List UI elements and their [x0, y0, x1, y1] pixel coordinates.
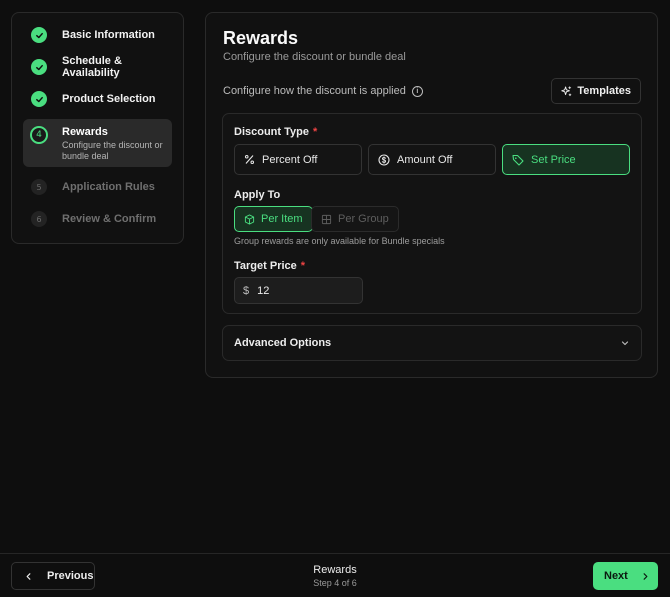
advanced-options-toggle[interactable]: Advanced Options [222, 325, 642, 361]
sparkles-icon [561, 85, 572, 96]
set-price-option[interactable]: Set Price [502, 144, 630, 175]
next-button[interactable]: Next [593, 562, 658, 590]
step-number: 6 [31, 211, 47, 227]
currency-symbol: $ [243, 284, 250, 297]
config-description: Configure how the discount is applied i [223, 85, 423, 97]
step-label: Basic Information [62, 29, 155, 41]
step-label: Product Selection [62, 93, 156, 105]
step-description: Configure the discount or bundle deal [62, 140, 163, 161]
percent-off-option[interactable]: Percent Off [234, 144, 362, 175]
step-label: Application Rules [62, 181, 155, 193]
check-icon [31, 91, 47, 107]
step-number: 5 [31, 179, 47, 195]
discount-type-text: Discount Type [234, 126, 309, 138]
option-label: Percent Off [262, 153, 318, 166]
target-price-text: Target Price [234, 260, 297, 272]
target-price-field: $ [234, 277, 363, 304]
step-number: 4 [30, 126, 48, 144]
option-label: Set Price [531, 153, 576, 166]
grid-icon [321, 214, 332, 224]
apply-to-label: Apply To [234, 189, 281, 201]
step-application-rules[interactable]: 5 Application Rules [23, 171, 172, 203]
chevron-right-icon [643, 572, 648, 580]
step-product-selection[interactable]: Product Selection [23, 83, 172, 115]
info-icon[interactable]: i [411, 85, 423, 97]
page-title: Rewards [223, 28, 299, 48]
page-subtitle: Configure the discount or bundle deal [223, 51, 406, 63]
footer-title: Rewards [313, 564, 357, 576]
percent-icon [244, 154, 255, 165]
target-price-label: Target Price * [234, 260, 305, 272]
wizard-steps: Basic Information Schedule & Availabilit… [11, 12, 184, 244]
step-schedule-availability[interactable]: Schedule & Availability [23, 51, 172, 83]
step-label: Review & Confirm [62, 213, 157, 225]
required-marker: * [312, 126, 318, 138]
dollar-circle-icon [378, 153, 390, 166]
templates-label: Templates [577, 85, 631, 97]
footer-step-counter: Step 4 of 6 [313, 578, 357, 588]
per-item-option[interactable]: Per Item [234, 206, 313, 232]
templates-button[interactable]: Templates [551, 78, 641, 104]
per-group-option[interactable]: Per Group [311, 206, 399, 232]
option-label: Per Item [261, 213, 303, 225]
option-label: Per Group [338, 213, 389, 225]
footer-step-info: Rewards Step 4 of 6 [0, 564, 670, 588]
step-label: Schedule & Availability [62, 55, 122, 79]
reward-settings-card: Discount Type * Percent Off Amount Off Se… [222, 113, 642, 314]
step-review-confirm[interactable]: 6 Review & Confirm [23, 203, 172, 235]
option-label: Amount Off [397, 153, 453, 166]
tag-icon [512, 154, 524, 166]
chevron-down-icon [621, 341, 629, 346]
next-label: Next [604, 570, 628, 582]
rewards-panel: Rewards Configure the discount or bundle… [205, 12, 658, 378]
check-icon [31, 59, 47, 75]
wizard-footer: Previous Rewards Step 4 of 6 Next [0, 553, 670, 597]
apply-to-hint: Group rewards are only available for Bun… [234, 236, 445, 246]
advanced-options-label: Advanced Options [234, 337, 332, 349]
step-label: Rewards [62, 126, 108, 138]
discount-type-label: Discount Type * [234, 126, 317, 138]
box-icon [244, 213, 255, 225]
check-icon [31, 27, 47, 43]
config-text: Configure how the discount is applied [223, 85, 406, 97]
required-marker: * [300, 260, 306, 272]
step-basic-information[interactable]: Basic Information [23, 19, 172, 51]
amount-off-option[interactable]: Amount Off [368, 144, 496, 175]
target-price-input[interactable] [257, 284, 348, 297]
step-rewards[interactable]: 4 Rewards Configure the discount or bund… [23, 119, 172, 167]
